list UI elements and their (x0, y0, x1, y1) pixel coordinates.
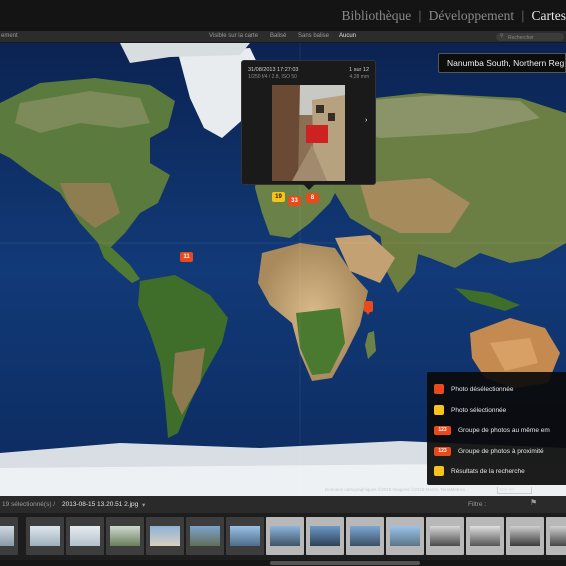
module-picker: Bibliothèque | Développement | Cartes (0, 0, 566, 31)
module-develop[interactable]: Développement (422, 8, 521, 24)
filmstrip-thumbnail[interactable] (266, 517, 304, 555)
filmstrip-thumbnail[interactable] (546, 517, 566, 555)
filmstrip-thumbnail[interactable] (386, 517, 424, 555)
popup-photo-thumbnail[interactable] (272, 85, 345, 181)
filmstrip-thumbnail[interactable] (186, 517, 224, 555)
thumbnail-image (510, 526, 540, 546)
current-file-name[interactable]: 2013-08-15 13.20.51 2.jpg (62, 501, 138, 508)
legend-label: Photo désélectionnée (451, 385, 514, 393)
orange-cluster-icon: 123 (434, 425, 451, 435)
popup-focal-length: 4,28 mm (349, 74, 369, 80)
filmstrip-thumbnail[interactable] (466, 517, 504, 555)
module-library[interactable]: Bibliothèque (334, 8, 418, 24)
thumbnail-image (430, 526, 460, 546)
selection-info: 19 sélectionné(s) / (2, 501, 56, 508)
filter-bar-label: ement (1, 33, 18, 39)
thumbnail-image (30, 526, 60, 546)
filter-tagged[interactable]: Balisé (270, 33, 286, 39)
map-pin-icon[interactable] (364, 301, 373, 315)
thumbnail-image (390, 526, 420, 546)
popup-pointer (303, 184, 315, 190)
map-marker-cluster[interactable]: 11 (180, 252, 193, 262)
filmstrip-thumbnail[interactable] (426, 517, 464, 555)
photo-preview-popup[interactable]: 31/08/2013 17:27:03 1/250 f/4 / 2.8, ISO… (241, 60, 376, 190)
legend-item: 123 Groupe de photos au même em (434, 424, 550, 436)
legend-item: 123 Groupe de photos à proximité (434, 445, 544, 457)
filter-none[interactable]: Aucun (339, 33, 356, 39)
filmstrip-thumbnail[interactable] (226, 517, 264, 555)
thumbnail-image (230, 526, 260, 546)
popup-exposure: 1/250 f/4 / 2.8, ISO 50 (248, 74, 297, 80)
filmstrip-thumbnail[interactable] (0, 517, 18, 555)
thumbnail-image (110, 526, 140, 546)
legend-label: Groupe de photos au même em (458, 426, 550, 434)
search-placeholder: Rechercher (508, 35, 534, 41)
legend-item: Résultats de la recherche (434, 465, 525, 477)
thumbnail-image (550, 526, 566, 546)
legend-label: Résultats de la recherche (451, 467, 525, 475)
search-icon: ⚲ (500, 33, 504, 39)
filmstrip-scroll-thumb[interactable] (270, 561, 420, 565)
chevron-right-icon[interactable]: › (365, 117, 373, 127)
yellow-pin-icon (434, 405, 444, 415)
map-legend: Photo désélectionnée Photo sélectionnée … (427, 372, 566, 485)
filmstrip-thumbnail[interactable] (106, 517, 144, 555)
location-name-chip: Nanumba South, Northern Reg (438, 53, 566, 73)
filmstrip-header: 19 sélectionné(s) / 2013-08-15 13.20.51 … (0, 496, 566, 513)
filmstrip-thumbnail[interactable] (26, 517, 64, 555)
map-marker-cluster[interactable]: 8 (306, 193, 319, 203)
world-map[interactable]: Nanumba South, Northern Reg 31/08/2013 1… (0, 43, 566, 496)
filmstrip-thumbnail[interactable] (506, 517, 544, 555)
legend-label: Groupe de photos à proximité (458, 447, 544, 455)
thumbnail-image (310, 526, 340, 546)
popup-count: 1 sur 12 (349, 67, 369, 73)
flag-filter-icon[interactable]: ⚑ (530, 498, 537, 507)
legend-item: Photo désélectionnée (434, 383, 514, 395)
search-result-pin-icon (434, 466, 444, 476)
map-marker-cluster[interactable]: 33 (288, 196, 301, 206)
map-search-input[interactable]: ⚲ Rechercher (496, 33, 564, 41)
filmstrip-thumbnail[interactable] (306, 517, 344, 555)
module-map[interactable]: Cartes (525, 8, 566, 24)
popup-date: 31/08/2013 17:27:03 (248, 67, 299, 73)
legend-item: Photo sélectionnée (434, 404, 506, 416)
thumbnail-image (470, 526, 500, 546)
filter-untagged[interactable]: Sans balise (298, 33, 329, 39)
orange-pin-icon (434, 384, 444, 394)
filter-label: Filtre : (468, 501, 487, 508)
filmstrip-thumbnail[interactable] (146, 517, 184, 555)
legend-label: Photo sélectionnée (451, 406, 507, 414)
filmstrip-thumbnail[interactable] (66, 517, 104, 555)
thumbnail-image (190, 526, 220, 546)
thumbnail-image (350, 526, 380, 546)
thumbnail-image (270, 526, 300, 546)
map-marker-cluster[interactable]: 19 (272, 192, 285, 202)
filmstrip[interactable] (0, 513, 566, 566)
thumbnail-image (0, 526, 14, 546)
chevron-down-icon[interactable]: ▾ (142, 501, 145, 509)
filmstrip-thumbnail[interactable] (346, 517, 384, 555)
orange-cluster-icon: 123 (434, 446, 451, 456)
filter-visible-on-map[interactable]: Visible sur la carte (209, 33, 258, 39)
thumbnail-image (70, 526, 100, 546)
thumbnail-image (150, 526, 180, 546)
location-filter-bar: ement Visible sur la carte Balisé Sans b… (0, 31, 566, 43)
map-scale-bar: 500 km (497, 487, 532, 494)
